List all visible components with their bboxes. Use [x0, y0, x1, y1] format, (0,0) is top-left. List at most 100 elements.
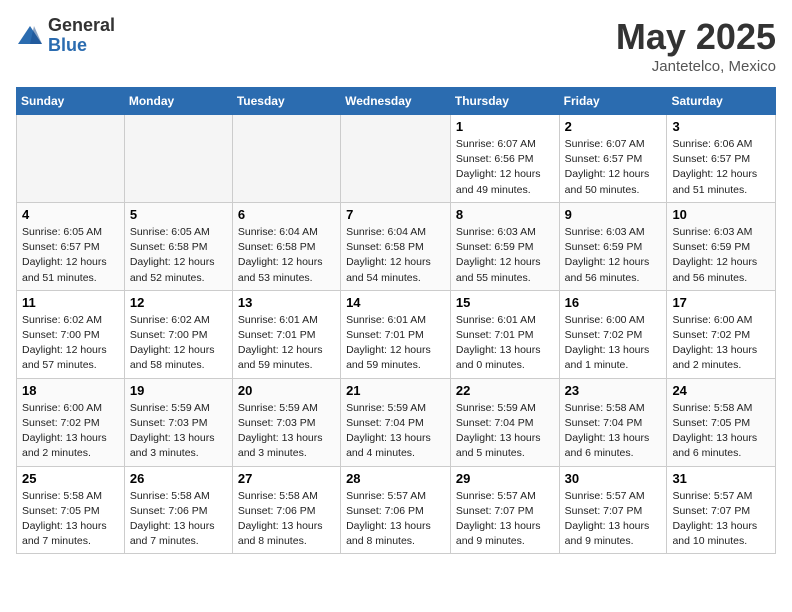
day-cell: 30 Sunrise: 5:57 AM Sunset: 7:07 PM Dayli…	[559, 466, 667, 554]
day-info: Sunrise: 6:03 AM Sunset: 6:59 PM Dayligh…	[456, 225, 554, 286]
day-number: 24	[672, 383, 770, 398]
day-number: 30	[565, 471, 662, 486]
day-number: 15	[456, 295, 554, 310]
day-cell: 5 Sunrise: 6:05 AM Sunset: 6:58 PM Daylig…	[124, 202, 232, 290]
day-cell: 28 Sunrise: 5:57 AM Sunset: 7:06 PM Dayli…	[341, 466, 451, 554]
day-number: 27	[238, 471, 335, 486]
day-number: 11	[22, 295, 119, 310]
day-number: 19	[130, 383, 227, 398]
day-cell	[124, 115, 232, 203]
day-cell	[17, 115, 125, 203]
day-number: 21	[346, 383, 445, 398]
day-cell: 25Sunrise: 5:58 AM Sunset: 7:05 PM Dayli…	[17, 466, 125, 554]
day-info: Sunrise: 6:00 AM Sunset: 7:02 PM Dayligh…	[672, 313, 770, 374]
day-number: 14	[346, 295, 445, 310]
day-number: 31	[672, 471, 770, 486]
day-number: 17	[672, 295, 770, 310]
day-info: Sunrise: 6:00 AM Sunset: 7:02 PM Dayligh…	[565, 313, 662, 374]
day-cell: 10 Sunrise: 6:03 AM Sunset: 6:59 PM Dayli…	[667, 202, 776, 290]
day-info: Sunrise: 5:58 AM Sunset: 7:05 PM Dayligh…	[22, 489, 119, 550]
col-header-thursday: Thursday	[450, 88, 559, 115]
day-number: 12	[130, 295, 227, 310]
day-cell: 17 Sunrise: 6:00 AM Sunset: 7:02 PM Dayli…	[667, 290, 776, 378]
day-cell: 8 Sunrise: 6:03 AM Sunset: 6:59 PM Daylig…	[450, 202, 559, 290]
day-cell: 29Sunrise: 5:57 AM Sunset: 7:07 PM Dayli…	[450, 466, 559, 554]
page-header: General Blue May 2025 Jantetelco, Mexico	[16, 16, 776, 75]
day-info: Sunrise: 6:02 AM Sunset: 7:00 PM Dayligh…	[22, 313, 119, 374]
day-info: Sunrise: 6:01 AM Sunset: 7:01 PM Dayligh…	[346, 313, 445, 374]
day-number: 5	[130, 207, 227, 222]
day-cell	[341, 115, 451, 203]
logo-general: General	[48, 16, 115, 36]
day-number: 6	[238, 207, 335, 222]
day-cell: 18 Sunrise: 6:00 AM Sunset: 7:02 PM Dayli…	[17, 378, 125, 466]
col-header-monday: Monday	[124, 88, 232, 115]
day-info: Sunrise: 5:58 AM Sunset: 7:05 PM Dayligh…	[672, 401, 770, 462]
day-info: Sunrise: 6:00 AM Sunset: 7:02 PM Dayligh…	[22, 401, 119, 462]
day-info: Sunrise: 5:57 AM Sunset: 7:06 PM Dayligh…	[346, 489, 445, 550]
day-number: 28	[346, 471, 445, 486]
day-cell: 7 Sunrise: 6:04 AM Sunset: 6:58 PM Daylig…	[341, 202, 451, 290]
col-header-saturday: Saturday	[667, 88, 776, 115]
day-info: Sunrise: 6:04 AM Sunset: 6:58 PM Dayligh…	[346, 225, 445, 286]
calendar-table: SundayMondayTuesdayWednesdayThursdayFrid…	[16, 87, 776, 554]
logo-icon	[16, 22, 44, 50]
day-info: Sunrise: 6:04 AM Sunset: 6:58 PM Dayligh…	[238, 225, 335, 286]
day-number: 13	[238, 295, 335, 310]
title-block: May 2025 Jantetelco, Mexico	[616, 16, 776, 75]
day-number: 18	[22, 383, 119, 398]
day-info: Sunrise: 5:58 AM Sunset: 7:06 PM Dayligh…	[130, 489, 227, 550]
day-cell: 27Sunrise: 5:58 AM Sunset: 7:06 PM Dayli…	[232, 466, 340, 554]
header-row: SundayMondayTuesdayWednesdayThursdayFrid…	[17, 88, 776, 115]
col-header-wednesday: Wednesday	[341, 88, 451, 115]
col-header-sunday: Sunday	[17, 88, 125, 115]
day-cell: 20Sunrise: 5:59 AM Sunset: 7:03 PM Dayli…	[232, 378, 340, 466]
day-number: 7	[346, 207, 445, 222]
col-header-friday: Friday	[559, 88, 667, 115]
day-cell: 14 Sunrise: 6:01 AM Sunset: 7:01 PM Dayli…	[341, 290, 451, 378]
day-info: Sunrise: 6:07 AM Sunset: 6:56 PM Dayligh…	[456, 137, 554, 198]
day-info: Sunrise: 6:06 AM Sunset: 6:57 PM Dayligh…	[672, 137, 770, 198]
day-cell: 11 Sunrise: 6:02 AM Sunset: 7:00 PM Dayli…	[17, 290, 125, 378]
day-number: 4	[22, 207, 119, 222]
day-number: 23	[565, 383, 662, 398]
day-cell: 26 Sunrise: 5:58 AM Sunset: 7:06 PM Dayli…	[124, 466, 232, 554]
day-cell: 2 Sunrise: 6:07 AM Sunset: 6:57 PM Daylig…	[559, 115, 667, 203]
week-row-1: 1Sunrise: 6:07 AM Sunset: 6:56 PM Daylig…	[17, 115, 776, 203]
day-info: Sunrise: 6:02 AM Sunset: 7:00 PM Dayligh…	[130, 313, 227, 374]
day-cell	[232, 115, 340, 203]
day-number: 16	[565, 295, 662, 310]
day-number: 2	[565, 119, 662, 134]
day-number: 9	[565, 207, 662, 222]
day-number: 8	[456, 207, 554, 222]
day-info: Sunrise: 6:01 AM Sunset: 7:01 PM Dayligh…	[238, 313, 335, 374]
week-row-3: 11 Sunrise: 6:02 AM Sunset: 7:00 PM Dayli…	[17, 290, 776, 378]
day-cell: 6 Sunrise: 6:04 AM Sunset: 6:58 PM Daylig…	[232, 202, 340, 290]
week-row-5: 25Sunrise: 5:58 AM Sunset: 7:05 PM Dayli…	[17, 466, 776, 554]
day-info: Sunrise: 6:03 AM Sunset: 6:59 PM Dayligh…	[672, 225, 770, 286]
day-cell: 4Sunrise: 6:05 AM Sunset: 6:57 PM Daylig…	[17, 202, 125, 290]
day-number: 10	[672, 207, 770, 222]
logo: General Blue	[16, 16, 115, 56]
day-number: 29	[456, 471, 554, 486]
day-cell: 15 Sunrise: 6:01 AM Sunset: 7:01 PM Dayli…	[450, 290, 559, 378]
day-cell: 23 Sunrise: 5:58 AM Sunset: 7:04 PM Dayli…	[559, 378, 667, 466]
day-cell: 19 Sunrise: 5:59 AM Sunset: 7:03 PM Dayli…	[124, 378, 232, 466]
day-info: Sunrise: 5:59 AM Sunset: 7:03 PM Dayligh…	[238, 401, 335, 462]
day-info: Sunrise: 6:01 AM Sunset: 7:01 PM Dayligh…	[456, 313, 554, 374]
day-cell: 1Sunrise: 6:07 AM Sunset: 6:56 PM Daylig…	[450, 115, 559, 203]
day-info: Sunrise: 5:59 AM Sunset: 7:03 PM Dayligh…	[130, 401, 227, 462]
day-info: Sunrise: 5:57 AM Sunset: 7:07 PM Dayligh…	[672, 489, 770, 550]
day-info: Sunrise: 6:07 AM Sunset: 6:57 PM Dayligh…	[565, 137, 662, 198]
day-info: Sunrise: 5:59 AM Sunset: 7:04 PM Dayligh…	[456, 401, 554, 462]
week-row-4: 18 Sunrise: 6:00 AM Sunset: 7:02 PM Dayli…	[17, 378, 776, 466]
day-cell: 3 Sunrise: 6:06 AM Sunset: 6:57 PM Daylig…	[667, 115, 776, 203]
day-info: Sunrise: 5:59 AM Sunset: 7:04 PM Dayligh…	[346, 401, 445, 462]
day-number: 26	[130, 471, 227, 486]
month-title: May 2025	[616, 16, 776, 58]
day-info: Sunrise: 5:58 AM Sunset: 7:04 PM Dayligh…	[565, 401, 662, 462]
day-number: 3	[672, 119, 770, 134]
day-info: Sunrise: 5:57 AM Sunset: 7:07 PM Dayligh…	[565, 489, 662, 550]
logo-text: General Blue	[48, 16, 115, 56]
day-info: Sunrise: 6:05 AM Sunset: 6:58 PM Dayligh…	[130, 225, 227, 286]
